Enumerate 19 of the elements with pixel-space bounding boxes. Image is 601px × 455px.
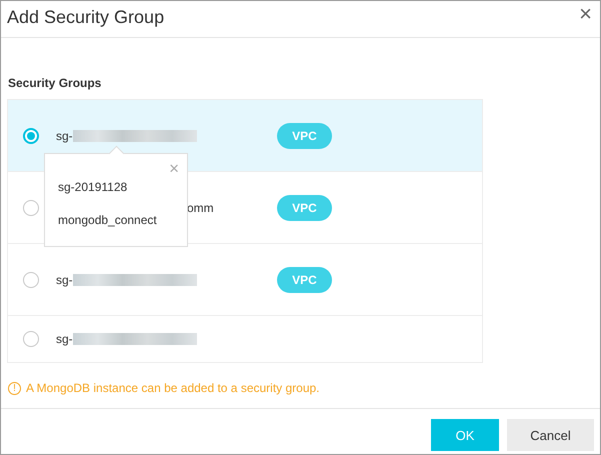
- close-button[interactable]: ×: [579, 3, 592, 25]
- group-name: sg-: [56, 272, 73, 286]
- cancel-button[interactable]: Cancel: [507, 419, 594, 451]
- popover-text: mongodb_connect: [58, 213, 158, 227]
- group-name: omm: [187, 200, 214, 214]
- warning-icon: !: [8, 382, 21, 394]
- radio-button[interactable]: [23, 128, 39, 144]
- notice-text: A MongoDB instance can be added to a security group.: [26, 381, 320, 395]
- radio-button[interactable]: [23, 331, 39, 347]
- group-name: sg-: [56, 332, 73, 346]
- network-type-badge: VPC: [277, 266, 332, 292]
- group-name: sg-: [56, 128, 73, 142]
- network-type-badge: VPC: [277, 122, 332, 148]
- popover-text: sg-20191128: [58, 180, 128, 194]
- dialog-title: Add Security Group: [7, 6, 164, 28]
- section-label: Security Groups: [8, 76, 102, 90]
- radio-button[interactable]: [23, 200, 39, 216]
- radio-button[interactable]: [23, 272, 39, 288]
- network-type-badge: VPC: [277, 194, 332, 220]
